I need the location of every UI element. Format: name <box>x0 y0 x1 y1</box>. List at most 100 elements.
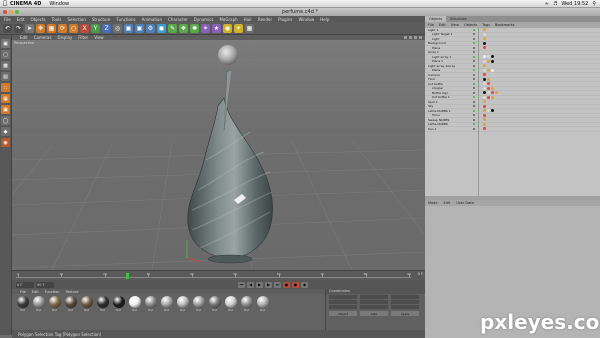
visibility-dot-icon[interactable] <box>473 78 475 81</box>
pen-spline-icon[interactable]: ✎ <box>168 23 177 33</box>
render-settings-icon[interactable]: ⚙ <box>146 23 155 33</box>
material-swatch[interactable]: Mat <box>144 296 157 328</box>
minimize-button[interactable] <box>9 10 13 14</box>
position-x-field[interactable] <box>329 295 357 299</box>
deformer-icon[interactable]: ✦ <box>201 23 210 33</box>
tag-icon[interactable] <box>483 122 486 126</box>
autokey-icon[interactable]: ● <box>292 281 299 288</box>
menu-selection[interactable]: Selection <box>67 17 85 22</box>
tag-icon[interactable] <box>491 55 494 59</box>
visibility-dot-icon[interactable] <box>473 55 475 58</box>
viewport-zoom-icon[interactable] <box>409 36 412 39</box>
tag-icon[interactable] <box>483 104 486 108</box>
visibility-dot-icon[interactable] <box>473 127 475 130</box>
texture-mode-icon[interactable]: ▩ <box>1 61 10 70</box>
tag-icon[interactable] <box>491 91 494 95</box>
size-x-field[interactable] <box>360 295 388 299</box>
x-axis-icon[interactable]: X <box>80 23 89 33</box>
spotlight-icon[interactable]: ⚲ <box>592 1 596 7</box>
edges-mode-icon[interactable]: ▦ <box>1 94 10 103</box>
visibility-dot-icon[interactable] <box>473 64 475 67</box>
wifi-icon[interactable]: ≈ <box>545 1 549 7</box>
render-view-icon[interactable]: ▣ <box>124 23 133 33</box>
material-menu-file[interactable]: File <box>20 290 26 294</box>
attr-menu-mode[interactable]: Mode <box>428 201 438 205</box>
menu-dynamics[interactable]: Dynamics <box>194 17 214 22</box>
menu-character[interactable]: Character <box>168 17 188 22</box>
rotation-h-field[interactable] <box>391 295 419 299</box>
tag-icon[interactable] <box>487 68 490 72</box>
tag-icon[interactable] <box>483 59 486 63</box>
tag-icon[interactable] <box>491 109 494 113</box>
scene-icon[interactable]: ★ <box>212 23 221 33</box>
menu-mograph[interactable]: MoGraph <box>219 17 237 22</box>
material-swatch[interactable]: Mat <box>208 296 221 328</box>
previous-key-icon[interactable]: ◀ <box>247 281 254 288</box>
nurbs-icon[interactable]: ❖ <box>179 23 188 33</box>
visibility-dot-icon[interactable] <box>473 69 475 72</box>
material-menu-texture[interactable]: Texture <box>66 290 79 294</box>
tag-icon[interactable] <box>491 86 494 90</box>
playhead[interactable] <box>126 273 129 279</box>
material-swatch[interactable]: Mat <box>16 296 29 328</box>
visibility-dot-icon[interactable] <box>473 91 475 94</box>
objects-menu-objects[interactable]: Objects <box>464 23 477 27</box>
light-icon[interactable]: ☀ <box>234 23 243 33</box>
tag-icon[interactable] <box>483 41 486 45</box>
objects-menu-bookmarks[interactable]: Bookmarks <box>495 23 515 27</box>
tag-icon[interactable] <box>483 37 486 41</box>
visibility-dot-icon[interactable] <box>473 100 475 103</box>
menu-window[interactable]: Window <box>298 17 314 22</box>
menu-objects[interactable]: Objects <box>30 17 45 22</box>
tag-icon[interactable] <box>483 32 486 36</box>
tag-icon[interactable] <box>483 73 486 77</box>
material-swatch[interactable]: Mat <box>176 296 189 328</box>
tag-icon[interactable] <box>491 59 494 63</box>
go-to-start-icon[interactable]: ⏮ <box>238 281 245 288</box>
size-y-field[interactable] <box>360 300 388 304</box>
viewport-move-icon[interactable] <box>404 36 407 39</box>
record-icon[interactable]: ● <box>283 281 290 288</box>
object-mode-dropdown[interactable]: Object <box>329 311 357 316</box>
timeline-ruler[interactable]: 0 10 20 30 40 50 60 70 80 90 <box>16 272 411 279</box>
zoom-button[interactable] <box>15 10 19 14</box>
volume-icon[interactable]: ♬ <box>553 1 557 7</box>
visibility-dot-icon[interactable] <box>473 28 475 31</box>
material-swatch[interactable]: Mat <box>112 296 125 328</box>
tab-structure[interactable]: Structure <box>446 16 470 22</box>
y-axis-icon[interactable]: Y <box>91 23 100 33</box>
play-icon[interactable]: ▶ <box>256 281 263 288</box>
tag-icon[interactable] <box>483 91 486 95</box>
close-button[interactable] <box>3 10 7 14</box>
visibility-dot-icon[interactable] <box>473 42 475 45</box>
z-axis-icon[interactable]: Z <box>102 23 111 33</box>
visibility-dot-icon[interactable] <box>473 96 475 99</box>
menu-edit[interactable]: Edit <box>17 17 25 22</box>
timeline[interactable]: 0 10 20 30 40 50 60 70 80 90 0 F <box>12 270 425 280</box>
position-y-field[interactable] <box>329 300 357 304</box>
material-swatch[interactable]: Mat <box>192 296 205 328</box>
material-swatch[interactable]: Mat <box>160 296 173 328</box>
menu-hair[interactable]: Hair <box>244 17 252 22</box>
scale-icon[interactable]: ▦ <box>47 23 56 33</box>
axis-mode-icon[interactable]: ◯ <box>1 116 10 125</box>
go-to-end-icon[interactable]: ⏭ <box>274 281 281 288</box>
tag-icon[interactable] <box>487 95 490 99</box>
material-menu-function[interactable]: Function <box>45 290 60 294</box>
visibility-dot-icon[interactable] <box>473 114 475 117</box>
tag-icon[interactable] <box>487 77 490 81</box>
tag-icon[interactable] <box>487 109 490 113</box>
visibility-dot-icon[interactable] <box>473 105 475 108</box>
material-swatch[interactable]: Mat <box>96 296 109 328</box>
tag-icon[interactable] <box>483 109 486 113</box>
tag-icon[interactable] <box>483 113 486 117</box>
array-icon[interactable]: ✺ <box>190 23 199 33</box>
menu-functions[interactable]: Functions <box>116 17 135 22</box>
tab-objects[interactable]: Objects <box>425 16 447 22</box>
material-swatch[interactable]: Mat <box>256 296 269 328</box>
material-swatch[interactable]: Mat <box>80 296 93 328</box>
menubar-app-name[interactable]: CINEMA 4D <box>10 1 41 7</box>
visibility-dot-icon[interactable] <box>473 33 475 36</box>
snap-icon[interactable]: ◉ <box>1 138 10 147</box>
position-z-field[interactable] <box>329 305 357 309</box>
